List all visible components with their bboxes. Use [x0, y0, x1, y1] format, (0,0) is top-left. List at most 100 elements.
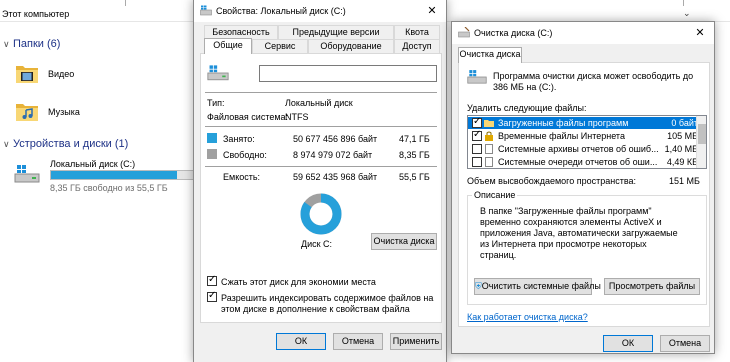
- item-checkbox[interactable]: [472, 129, 482, 141]
- item-size: 105 МБ: [667, 131, 698, 141]
- item-name: Системные архивы отчетов об ошиб...: [498, 144, 659, 154]
- clean-system-files-button[interactable]: ⛨Очистить системные файлы: [474, 278, 601, 295]
- used-color-swatch: [207, 133, 217, 143]
- folders-section-header[interactable]: ∨ Папки (6): [3, 38, 60, 50]
- cleanup-titlebar: Очистка диска (C:) ✕: [452, 22, 714, 44]
- help-link[interactable]: Как работает очистка диска?: [467, 312, 588, 322]
- item-name: Временные файлы Интернета: [498, 131, 625, 141]
- properties-dialog: Свойства: Локальный диск (C:) ✕ Безопасн…: [193, 0, 447, 362]
- filesystem-value: NTFS: [285, 112, 309, 122]
- clean-system-files-label: Очистить системные файлы: [481, 281, 601, 291]
- properties-title: Свойства: Локальный диск (C:): [216, 6, 346, 16]
- used-bytes: 50 677 456 896 байт: [293, 134, 378, 144]
- list-scrollbar[interactable]: [696, 116, 706, 168]
- capacity-label: Емкость:: [223, 172, 261, 182]
- list-item[interactable]: Загруженные файлы программ 0 байт: [468, 116, 700, 129]
- used-gb: 47,1 ГБ: [399, 134, 430, 144]
- cleanup-title: Очистка диска (C:): [474, 28, 553, 38]
- hard-drive-icon: [207, 65, 229, 81]
- close-icon[interactable]: ✕: [418, 0, 446, 22]
- disk-cleanup-icon: [458, 27, 470, 38]
- compress-checkbox[interactable]: [207, 274, 217, 286]
- item-name: Загруженные файлы программ: [498, 118, 629, 128]
- description-title: Описание: [472, 190, 518, 200]
- compress-label: Сжать этот диск для экономии места: [221, 277, 376, 287]
- tab-sharing[interactable]: Доступ: [394, 39, 440, 53]
- cleanup-panel: Программа очистки диска может освободить…: [458, 62, 710, 327]
- folder-label: Музыка: [48, 107, 80, 117]
- folders-section-label: Папки (6): [13, 38, 61, 50]
- devices-section-label: Устройства и диски (1): [13, 138, 129, 150]
- list-item[interactable]: Системные очереди отчетов об оши... 4,49…: [468, 156, 700, 168]
- chevron-down-icon: ∨: [3, 139, 10, 149]
- ok-button[interactable]: ОК: [276, 333, 326, 350]
- item-size: 1,40 МБ: [664, 144, 698, 154]
- properties-titlebar: Свойства: Локальный диск (C:) ✕: [194, 0, 446, 22]
- drive-icon: [200, 5, 212, 16]
- explorer-title: Этот компьютер: [2, 9, 70, 19]
- tab-general[interactable]: Общие: [204, 38, 252, 54]
- index-checkbox[interactable]: [207, 290, 217, 302]
- item-checkbox[interactable]: [472, 144, 482, 154]
- chevron-down-icon[interactable]: ⌄: [683, 8, 691, 19]
- tab-security[interactable]: Безопасность: [204, 25, 278, 39]
- general-panel: Тип: Локальный диск Файловая система: NT…: [200, 53, 442, 323]
- shield-icon: ⛨: [475, 281, 482, 291]
- folder-icon: [484, 120, 494, 127]
- files-to-delete-list[interactable]: Загруженные файлы программ 0 байт Времен…: [467, 115, 707, 169]
- description-text: В папке "Загруженные файлы программ" вре…: [480, 206, 678, 260]
- tab-service[interactable]: Сервис: [252, 39, 308, 53]
- header-divider: [683, 0, 684, 6]
- cancel-button[interactable]: Отмена: [333, 333, 383, 350]
- drive-usage-bar: [50, 170, 200, 180]
- cancel-button[interactable]: Отмена: [660, 335, 710, 352]
- file-icon: [485, 144, 493, 154]
- drive-free-text: 8,35 ГБ свободно из 55,5 ГБ: [50, 183, 168, 193]
- item-size: 4,49 КБ: [666, 157, 698, 167]
- hard-drive-icon: [14, 165, 40, 183]
- item-name: Системные очереди отчетов об оши...: [498, 157, 658, 167]
- index-label: Разрешить индексировать содержимое файло…: [221, 293, 434, 314]
- drive-usage-fill: [51, 171, 177, 179]
- list-item[interactable]: Временные файлы Интернета 105 МБ: [468, 129, 700, 142]
- tab-hardware[interactable]: Оборудование: [308, 39, 394, 53]
- ok-button[interactable]: ОК: [603, 335, 653, 352]
- item-checkbox[interactable]: [472, 116, 482, 128]
- list-item[interactable]: Системные архивы отчетов об ошиб... 1,40…: [468, 143, 700, 155]
- drive-name: Локальный диск (C:): [50, 159, 136, 169]
- disk-cleanup-dialog: Очистка диска (C:) ✕ Очистка диска Прогр…: [451, 21, 715, 354]
- divider: [205, 166, 437, 167]
- divider: [205, 126, 437, 127]
- disk-cleanup-button[interactable]: Очистка диска: [371, 233, 437, 250]
- cleanup-intro: Программа очистки диска может освободить…: [493, 71, 694, 92]
- type-label: Тип:: [207, 98, 225, 108]
- capacity-bytes: 59 652 435 968 байт: [293, 172, 378, 182]
- devices-section-header[interactable]: ∨ Устройства и диски (1): [3, 138, 128, 150]
- item-size: 0 байт: [671, 118, 698, 128]
- apply-button[interactable]: Применить: [390, 333, 442, 350]
- view-files-button[interactable]: Просмотреть файлы: [604, 278, 700, 295]
- used-label: Занято:: [223, 134, 255, 144]
- free-color-swatch: [207, 149, 217, 159]
- free-bytes: 8 974 979 072 байт: [293, 150, 373, 160]
- delete-files-label: Удалить следующие файлы:: [467, 103, 587, 113]
- disk-cleanup-icon: [467, 70, 487, 84]
- divider: [205, 92, 437, 93]
- lock-icon: [485, 131, 493, 141]
- item-checkbox[interactable]: [472, 157, 482, 167]
- close-icon[interactable]: ✕: [686, 22, 714, 44]
- drive-name-input[interactable]: [259, 65, 437, 82]
- tab-quota[interactable]: Квота: [394, 25, 440, 39]
- disk-usage-donut: [300, 193, 342, 235]
- file-icon: [485, 157, 493, 167]
- type-value: Локальный диск: [285, 98, 353, 108]
- free-label: Свободно:: [223, 150, 267, 160]
- filesystem-label: Файловая система:: [207, 112, 289, 122]
- tab-previous-versions[interactable]: Предыдущие версии: [278, 25, 394, 39]
- chevron-down-icon: ∨: [3, 39, 10, 49]
- tab-disk-cleanup[interactable]: Очистка диска: [458, 47, 522, 63]
- video-folder-icon: [16, 66, 38, 83]
- header-divider: [125, 0, 126, 6]
- scrollbar-thumb[interactable]: [698, 124, 706, 144]
- capacity-gb: 55,5 ГБ: [399, 172, 430, 182]
